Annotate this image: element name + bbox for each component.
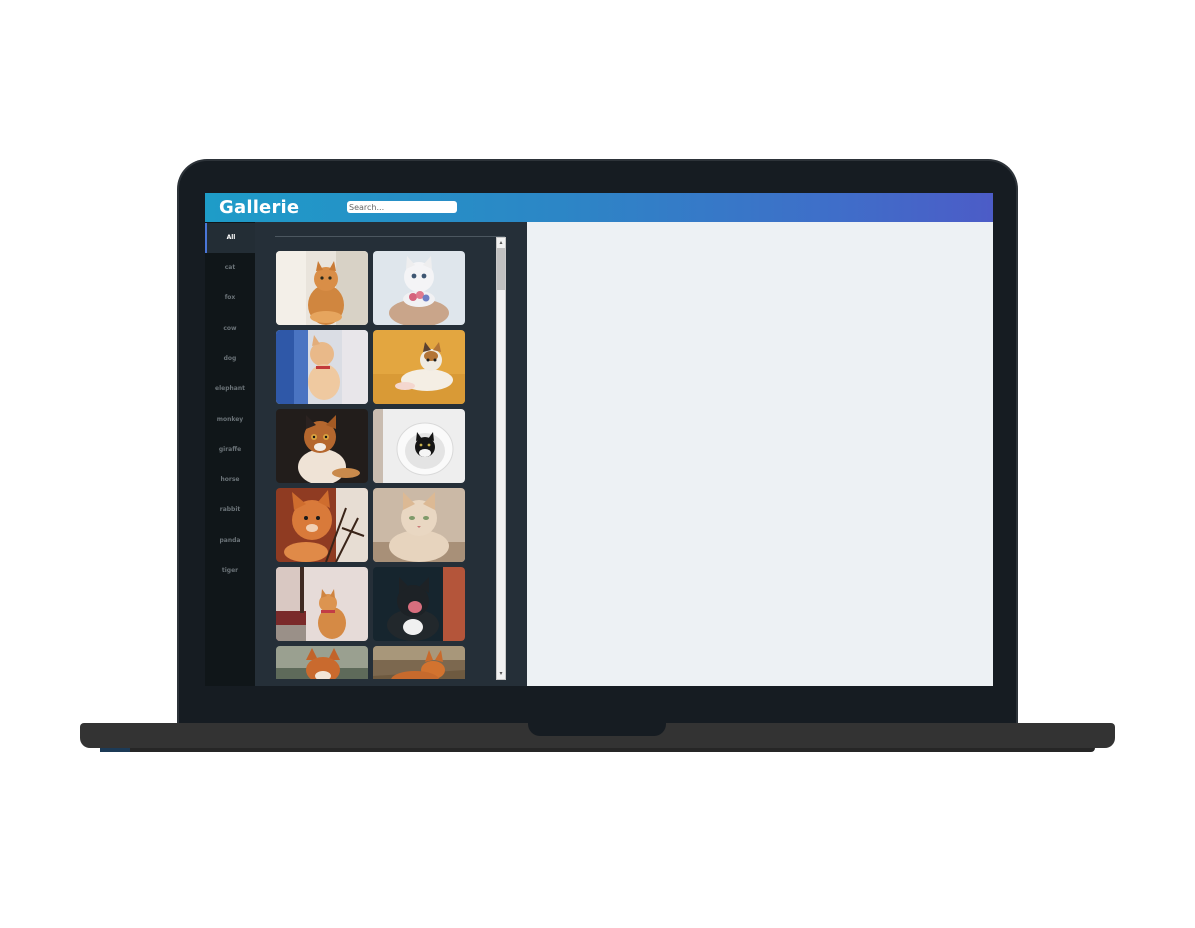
gallery-scrollbar[interactable]: ▴ ▾ <box>496 237 506 680</box>
sidebar-item-cow[interactable]: cow <box>205 314 255 344</box>
photo-fox <box>276 646 368 679</box>
gallery-thumb-cat-orange[interactable] <box>276 251 368 325</box>
photo-cat-branches <box>276 488 368 562</box>
photo-fox-grass <box>373 646 465 679</box>
laptop-foot-accent <box>100 748 130 752</box>
sidebar-item-fox[interactable]: fox <box>205 283 255 313</box>
panel-divider <box>275 236 505 237</box>
category-sidebar: All cat fox cow dog elephant monkey gira… <box>205 222 255 686</box>
photo-cat-calico <box>276 409 368 483</box>
photo-cat-cream <box>373 488 465 562</box>
photo-kitten-yellow <box>373 330 465 404</box>
gallery-thumb-cat-bowl[interactable] <box>373 409 465 483</box>
gallery-thumb-cat-yawn[interactable] <box>373 567 465 641</box>
sidebar-item-cat[interactable]: cat <box>205 253 255 283</box>
scroll-thumb[interactable] <box>497 248 505 290</box>
photo-kitten-white <box>373 251 465 325</box>
sidebar-item-panda[interactable]: panda <box>205 526 255 556</box>
laptop-notch <box>528 723 666 736</box>
sidebar-item-elephant[interactable]: elephant <box>205 374 255 404</box>
gallery-thumb-kitten-yellow[interactable] <box>373 330 465 404</box>
scroll-up-arrow-icon[interactable]: ▴ <box>497 238 505 248</box>
sidebar-item-giraffe[interactable]: giraffe <box>205 435 255 465</box>
photo-cat-curtain <box>276 330 368 404</box>
gallery-panel: ▴ ▾ <box>255 222 527 686</box>
top-bar: Gallerie <box>205 193 993 222</box>
sidebar-item-tiger[interactable]: tiger <box>205 556 255 586</box>
photo-cat-sitting <box>276 567 368 641</box>
photo-cat-yawn <box>373 567 465 641</box>
image-grid[interactable] <box>276 251 471 679</box>
gallery-thumb-fox[interactable] <box>276 646 368 679</box>
gallery-thumb-kitten-white[interactable] <box>373 251 465 325</box>
scroll-down-arrow-icon[interactable]: ▾ <box>497 669 505 679</box>
sidebar-item-horse[interactable]: horse <box>205 465 255 495</box>
preview-area <box>527 222 993 686</box>
photo-cat-orange <box>276 251 368 325</box>
laptop-foot <box>100 748 1095 752</box>
photo-cat-bowl <box>373 409 465 483</box>
sidebar-item-dog[interactable]: dog <box>205 344 255 374</box>
gallery-thumb-cat-sitting[interactable] <box>276 567 368 641</box>
sidebar-item-monkey[interactable]: monkey <box>205 405 255 435</box>
sidebar-item-rabbit[interactable]: rabbit <box>205 495 255 525</box>
app-screen: Gallerie All cat fox cow dog elephant mo… <box>205 193 993 686</box>
sidebar-item-all[interactable]: All <box>205 223 255 253</box>
gallery-thumb-cat-calico[interactable] <box>276 409 368 483</box>
gallery-thumb-cat-curtain[interactable] <box>276 330 368 404</box>
gallery-thumb-fox-grass[interactable] <box>373 646 465 679</box>
search-input[interactable] <box>347 201 457 213</box>
gallery-thumb-cat-branches[interactable] <box>276 488 368 562</box>
app-logo[interactable]: Gallerie <box>219 197 299 218</box>
gallery-thumb-cat-cream[interactable] <box>373 488 465 562</box>
